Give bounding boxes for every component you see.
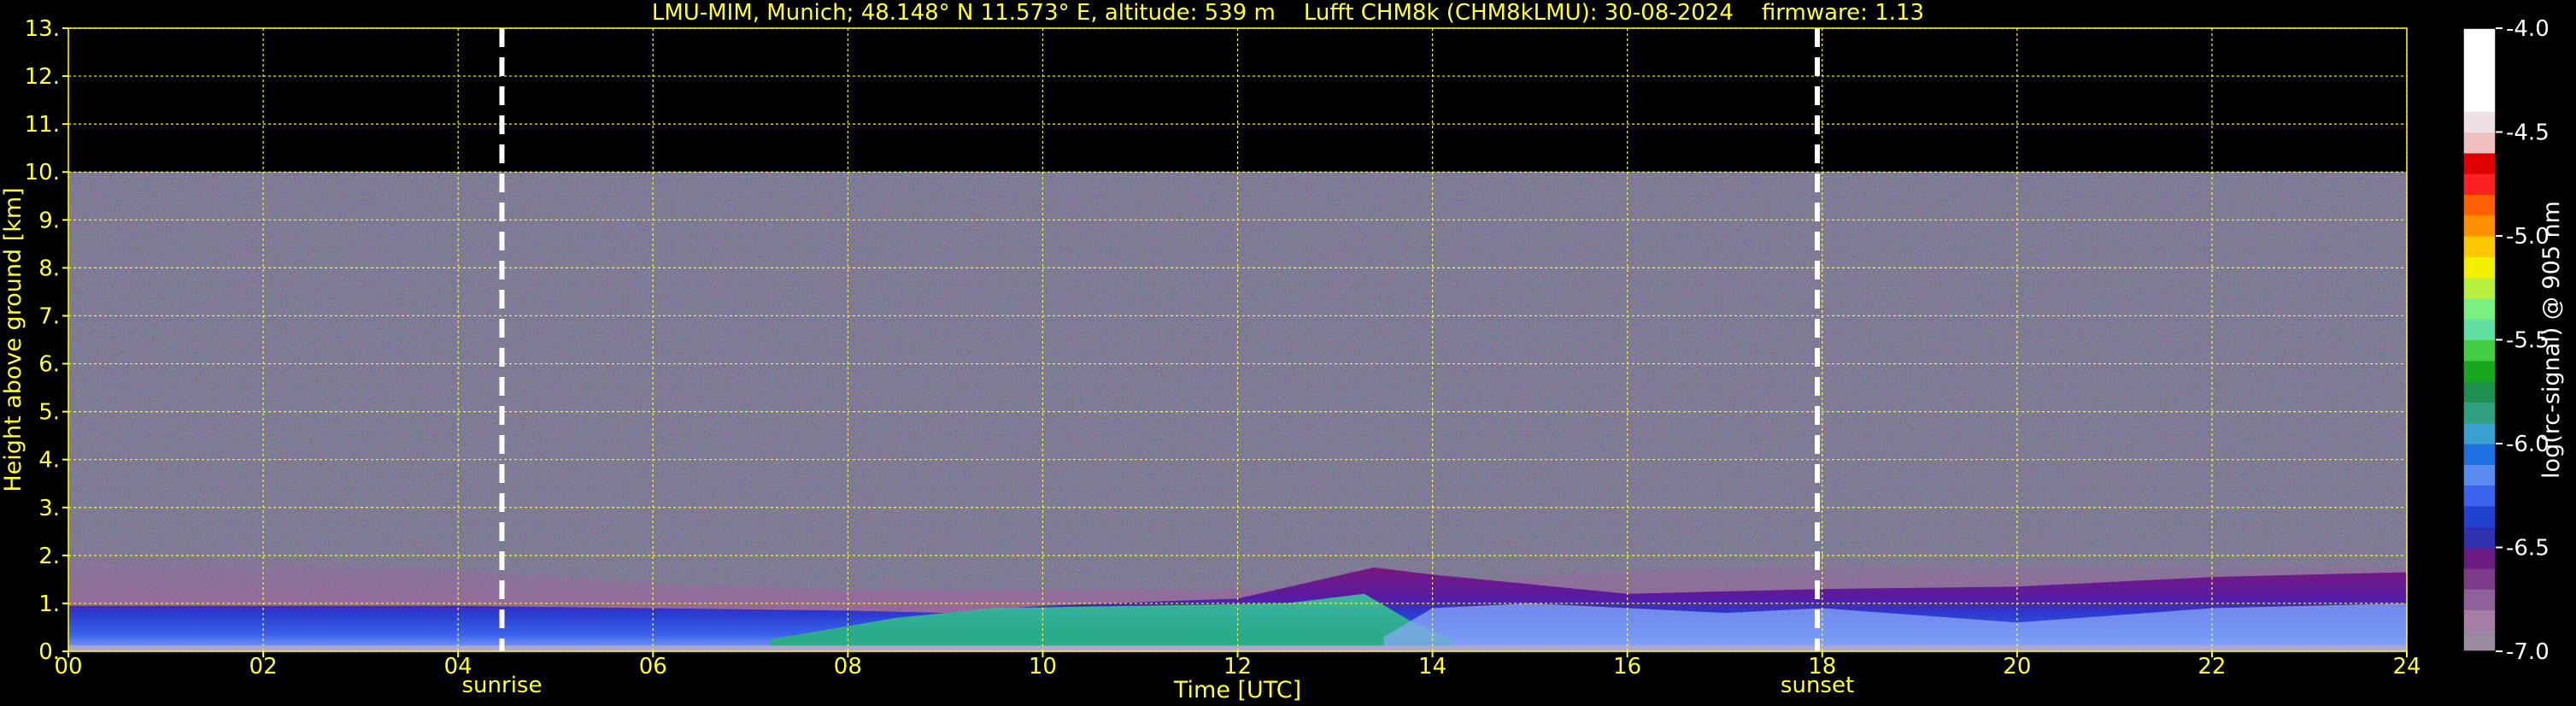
y-axis-label: Height above ground [km] (0, 187, 26, 491)
x-tick-label: 22 (2198, 654, 2226, 680)
colorbar-swatch (2463, 90, 2496, 112)
colorbar-swatch (2463, 174, 2496, 195)
colorbar-swatch (2463, 422, 2496, 444)
x-tick-label: 06 (639, 654, 667, 680)
y-tick-label: 13. (25, 16, 60, 42)
x-tick-label: 04 (444, 654, 472, 680)
colorbar-swatch (2463, 297, 2496, 320)
colorbar-tick-label: -4.5 (2506, 121, 2550, 146)
x-tick-label: 14 (1418, 654, 1446, 680)
y-tick-label: 12. (25, 64, 60, 90)
colorbar-swatch (2463, 194, 2496, 216)
y-tick-label: 4. (38, 448, 60, 474)
x-axis-label: Time [UTC] (1173, 677, 1301, 703)
colorbar-swatch (2463, 132, 2496, 154)
colorbar: -4.0-4.5-5.0-5.5-6.0-6.5-7.0log(rc-signa… (2462, 16, 2565, 665)
colorbar-swatch (2463, 28, 2496, 50)
colorbar-swatch (2463, 547, 2496, 569)
x-tick-label: 18 (1808, 654, 1836, 680)
colorbar-swatch (2463, 568, 2496, 590)
y-tick-label: 6. (38, 352, 60, 378)
colorbar-swatch (2463, 444, 2496, 465)
x-tick-label: 12 (1223, 654, 1252, 680)
colorbar-swatch (2463, 111, 2496, 133)
y-tick-label: 10. (25, 160, 60, 185)
colorbar-swatch (2463, 505, 2496, 527)
colorbar-swatch (2463, 630, 2496, 652)
y-tick-label: 9. (38, 208, 60, 233)
y-tick-label: 3. (38, 496, 60, 521)
colorbar-swatch (2463, 319, 2496, 341)
colorbar-swatch (2463, 49, 2496, 71)
colorbar-swatch (2463, 236, 2496, 257)
colorbar-swatch (2463, 152, 2496, 174)
colorbar-tick-label: -6.5 (2506, 536, 2550, 562)
colorbar-swatch (2463, 277, 2496, 299)
x-tick-label: 20 (2003, 654, 2031, 680)
colorbar-swatch (2463, 527, 2496, 549)
y-tick-label: 5. (38, 400, 60, 426)
colorbar-swatch (2463, 464, 2496, 486)
x-tick-label: 16 (1613, 654, 1641, 680)
colorbar-swatch (2463, 609, 2496, 632)
x-tick-label: 24 (2392, 654, 2421, 680)
y-tick-label: 7. (38, 303, 60, 329)
colorbar-swatch (2463, 215, 2496, 237)
colorbar-swatch (2463, 256, 2496, 279)
colorbar-label: log(rc-signal) @ 905 nm (2538, 201, 2565, 479)
y-tick-label: 1. (38, 591, 60, 617)
ceilometer-chart: sunrise sunset 00 02 04 06 08 10 12 14 16 18 20 22 24… (0, 16, 2565, 703)
marker-label: sunrise (462, 673, 543, 698)
y-tick-label: 8. (38, 256, 60, 281)
x-tick-label: 08 (834, 654, 862, 680)
colorbar-swatch (2463, 69, 2496, 91)
colorbar-tick-label: -7.0 (2506, 639, 2550, 665)
colorbar-swatch (2463, 381, 2496, 403)
y-tick-label: 2. (38, 544, 60, 569)
colorbar-swatch (2463, 402, 2496, 424)
y-tick-label: 11. (25, 112, 60, 138)
x-tick-label: 02 (249, 654, 278, 680)
x-tick-label: 10 (1029, 654, 1057, 680)
colorbar-swatch (2463, 485, 2496, 507)
y-tick-label: 0. (38, 639, 60, 665)
colorbar-tick-label: -4.0 (2506, 16, 2550, 42)
colorbar-swatch (2463, 589, 2496, 610)
colorbar-swatch (2463, 360, 2496, 382)
colorbar-swatch (2463, 339, 2496, 362)
